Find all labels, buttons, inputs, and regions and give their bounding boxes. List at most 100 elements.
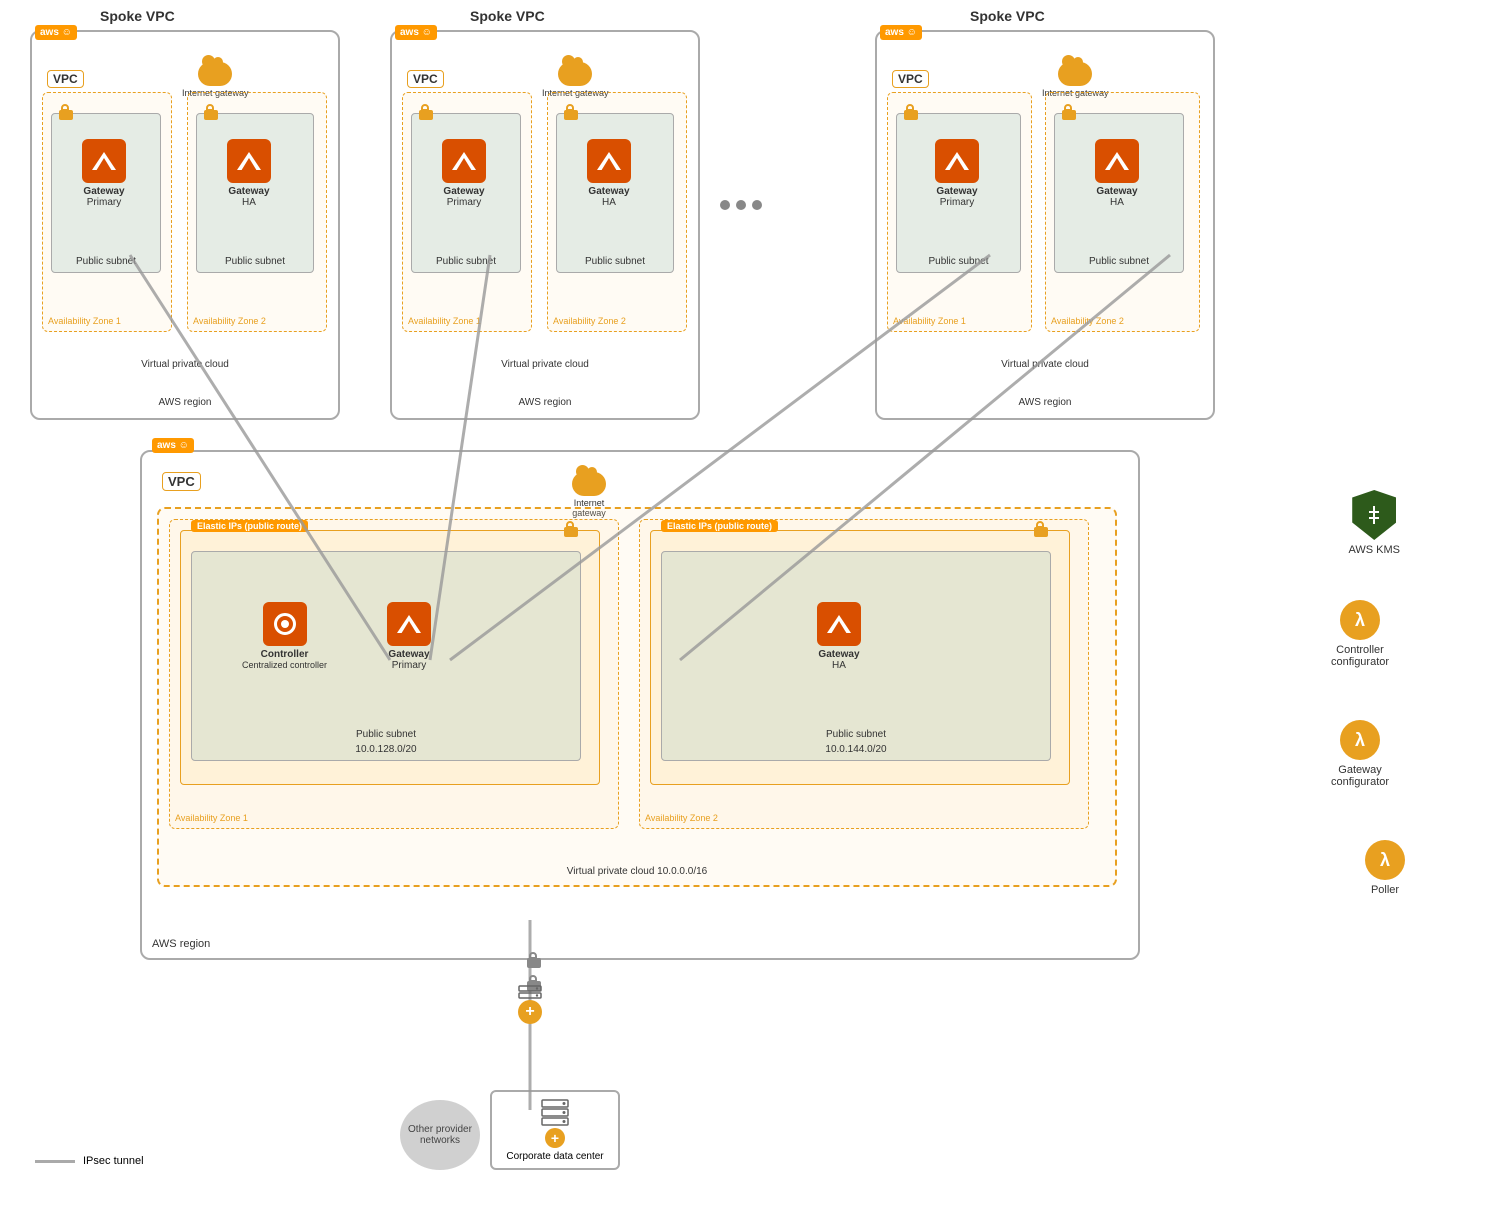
spoke2-az1-label: Availability Zone 1 (408, 316, 481, 326)
spoke2-lock2 (563, 104, 579, 120)
spoke1-az2-label: Availability Zone 2 (193, 316, 266, 326)
hub-lock-az2 (1033, 521, 1049, 537)
spoke1-subnet2: Gateway HA Public subnet (196, 113, 314, 273)
hub-controller: Controller Centralized controller (242, 602, 327, 670)
controller-configurator-icon: λ (1340, 600, 1380, 640)
side-controller-configurator: λ Controller configurator (1315, 600, 1405, 668)
spoke2-lock1 (418, 104, 434, 120)
dots-separator (720, 200, 762, 210)
spoke2-gw-primary: Gateway Primary (442, 139, 486, 208)
hub-vpc-full-label: Virtual private cloud 10.0.0.0/16 (159, 866, 1115, 877)
side-kms: AWS KMS (1348, 490, 1400, 556)
spoke2-subnet2: Gateway HA Public subnet (556, 113, 674, 273)
spoke2-az2: Availability Zone 2 Gateway HA Public su… (547, 92, 687, 332)
hub-tunnel-plus: + (518, 1000, 542, 1024)
spoke2-vpc-inner: Virtual private cloud (392, 359, 698, 370)
spoke2-gw-ha: Gateway HA (587, 139, 631, 208)
hub-route-box2: Elastic IPs (public route) Gateway HA (650, 530, 1070, 785)
spoke3-az2: Availability Zone 2 Gateway HA Public su… (1045, 92, 1200, 332)
spoke1-vpc-label: VPC (47, 70, 84, 88)
spoke2-subnet1: Gateway Primary Public subnet (411, 113, 521, 273)
spoke3-subnet1: Gateway Primary Public subnet (896, 113, 1021, 273)
spoke3-subnet2-label: Public subnet (1055, 256, 1183, 267)
hub-vpc-label: VPC (162, 472, 201, 491)
spoke1-title: Spoke VPC (100, 8, 175, 24)
hub-elastic-ips-label2: Elastic IPs (public route) (661, 520, 778, 532)
corporate-datacenter: + Corporate data center (490, 1090, 620, 1170)
spoke3-vpc-inner: Virtual private cloud (877, 359, 1213, 370)
hub-aws-badge: aws ☺ (152, 438, 194, 453)
spoke3-gw-ha: Gateway HA (1095, 139, 1139, 208)
hub-tunnel-lock1 (526, 952, 542, 968)
spoke3-subnet1-label: Public subnet (897, 256, 1020, 267)
datacenter-icon (540, 1098, 570, 1126)
spoke1-az2: Availability Zone 2 Gateway HA Public su… (187, 92, 327, 332)
hub-subnet2-cidr: 10.0.144.0/20 (662, 744, 1050, 755)
spoke1-gw-primary: Gateway Primary (82, 139, 126, 208)
hub-subnet1-label: Public subnet (192, 729, 580, 740)
poller-icon: λ (1365, 840, 1405, 880)
spoke3-region-label: AWS region (877, 397, 1213, 408)
hub-region: aws ☺ VPC Internetgateway Availability Z… (140, 450, 1140, 960)
hub-subnet2: Gateway HA Public subnet 10.0.144.0/20 (661, 551, 1051, 761)
hub-region-label: AWS region (152, 938, 210, 950)
spoke1-region: 😊 Spoke VPC... wait aws ☹ Spoke VPC VPC … (30, 30, 340, 420)
spoke1-subnet2-label: Public subnet (197, 256, 313, 267)
spoke1-az1-label: Availability Zone 1 (48, 316, 121, 326)
hub-vpc-inner: Availability Zone 1 Elastic IPs (public … (157, 507, 1117, 887)
spoke1-lock1 (58, 104, 74, 120)
spoke3-vpc-label: VPC (892, 70, 929, 88)
spoke2-subnet2-label: Public subnet (557, 256, 673, 267)
spoke1-lock2 (203, 104, 219, 120)
spoke3-az2-label: Availability Zone 2 (1051, 316, 1124, 326)
side-gateway-configurator: λ Gateway configurator (1315, 720, 1405, 788)
spoke1-vpc-inner: Virtual private cloud (32, 359, 338, 370)
controller-configurator-label: Controller configurator (1315, 644, 1405, 668)
spoke1-subnet1: Gateway Primary Public subnet (51, 113, 161, 273)
spoke2-subnet1-label: Public subnet (412, 256, 520, 267)
side-poller: λ Poller (1365, 840, 1405, 896)
spoke3-lock2 (1061, 104, 1077, 120)
hub-server-icon (518, 985, 542, 999)
spoke1-az1: Availability Zone 1 Gateway Primary Publ… (42, 92, 172, 332)
spoke2-vpc-label: VPC (407, 70, 444, 88)
spoke1-subnet1-label: Public subnet (52, 256, 160, 267)
other-networks: Other provider networks (400, 1100, 480, 1170)
spoke2-region-label: AWS region (392, 397, 698, 408)
poller-label: Poller (1371, 884, 1399, 896)
hub-subnet1-cidr: 10.0.128.0/20 (192, 744, 580, 755)
spoke2-aws-label: aws ☺ (395, 25, 437, 40)
hub-subnet2-label: Public subnet (662, 729, 1050, 740)
spoke2-title: Spoke VPC (470, 8, 545, 24)
spoke3-az1-label: Availability Zone 1 (893, 316, 966, 326)
hub-route-box1: Elastic IPs (public route) Controller (180, 530, 600, 785)
spoke2-region: VPC Internet gateway Availability Zone 1… (390, 30, 700, 420)
datacenter-label: Corporate data center (506, 1151, 603, 1162)
spoke3-subnet2: Gateway HA Public subnet (1054, 113, 1184, 273)
datacenter-plus-icon: + (545, 1128, 565, 1148)
legend-line-icon (35, 1160, 75, 1163)
diagram-container: 😊 Spoke VPC... wait aws ☹ Spoke VPC VPC … (0, 0, 1500, 1209)
spoke1-aws-label: aws ☺ (35, 25, 77, 40)
spoke2-az2-label: Availability Zone 2 (553, 316, 626, 326)
hub-gw-ha: Gateway HA (817, 602, 861, 671)
legend: IPsec tunnel (35, 1155, 144, 1167)
spoke2-az1: Availability Zone 1 Gateway Primary Publ… (402, 92, 532, 332)
hub-az2-label: Availability Zone 2 (645, 813, 718, 823)
hub-elastic-ips-label1: Elastic IPs (public route) (191, 520, 308, 532)
legend-label: IPsec tunnel (83, 1155, 144, 1167)
hub-lock-az1 (563, 521, 579, 537)
gateway-configurator-icon: λ (1340, 720, 1380, 760)
hub-subnet1: Controller Centralized controller Gatewa… (191, 551, 581, 761)
hub-az1: Availability Zone 1 Elastic IPs (public … (169, 519, 619, 829)
spoke3-region: VPC Internet gateway Availability Zone 1… (875, 30, 1215, 420)
hub-az2: Availability Zone 2 Elastic IPs (public … (639, 519, 1089, 829)
spoke3-aws-label: aws ☺ (880, 25, 922, 40)
spoke3-gw-primary: Gateway Primary (935, 139, 979, 208)
gateway-configurator-label: Gateway configurator (1315, 764, 1405, 788)
spoke1-region-label: AWS region (32, 397, 338, 408)
hub-gw-primary: Gateway Primary (387, 602, 431, 671)
kms-shield-icon (1352, 490, 1396, 540)
spoke3-lock1 (903, 104, 919, 120)
spoke3-az1: Availability Zone 1 Gateway Primary Publ… (887, 92, 1032, 332)
